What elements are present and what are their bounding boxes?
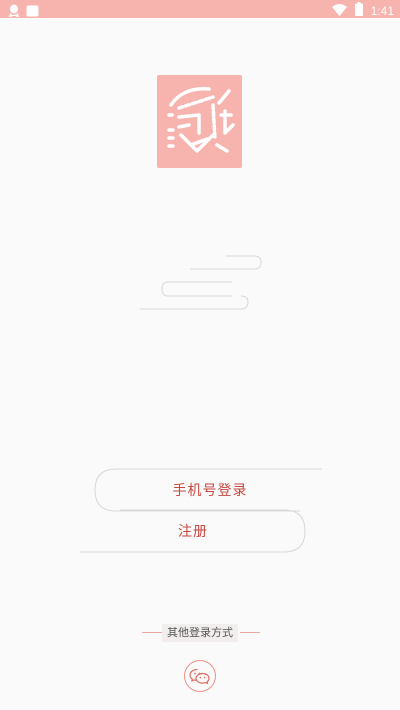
wechat-icon — [185, 668, 215, 695]
register-label: 注册 — [178, 524, 208, 540]
other-login-section: 其他登录方式 — [0, 624, 400, 642]
divider-right — [240, 632, 260, 633]
decorative-cloud-lines — [80, 255, 322, 553]
register-button[interactable]: 注册 — [78, 510, 308, 552]
wechat-login-button[interactable] — [184, 660, 216, 692]
phone-login-button[interactable]: 手机号登录 — [95, 469, 325, 511]
divider-left — [142, 632, 162, 633]
phone-login-label: 手机号登录 — [172, 483, 248, 499]
other-login-label: 其他登录方式 — [162, 624, 238, 642]
